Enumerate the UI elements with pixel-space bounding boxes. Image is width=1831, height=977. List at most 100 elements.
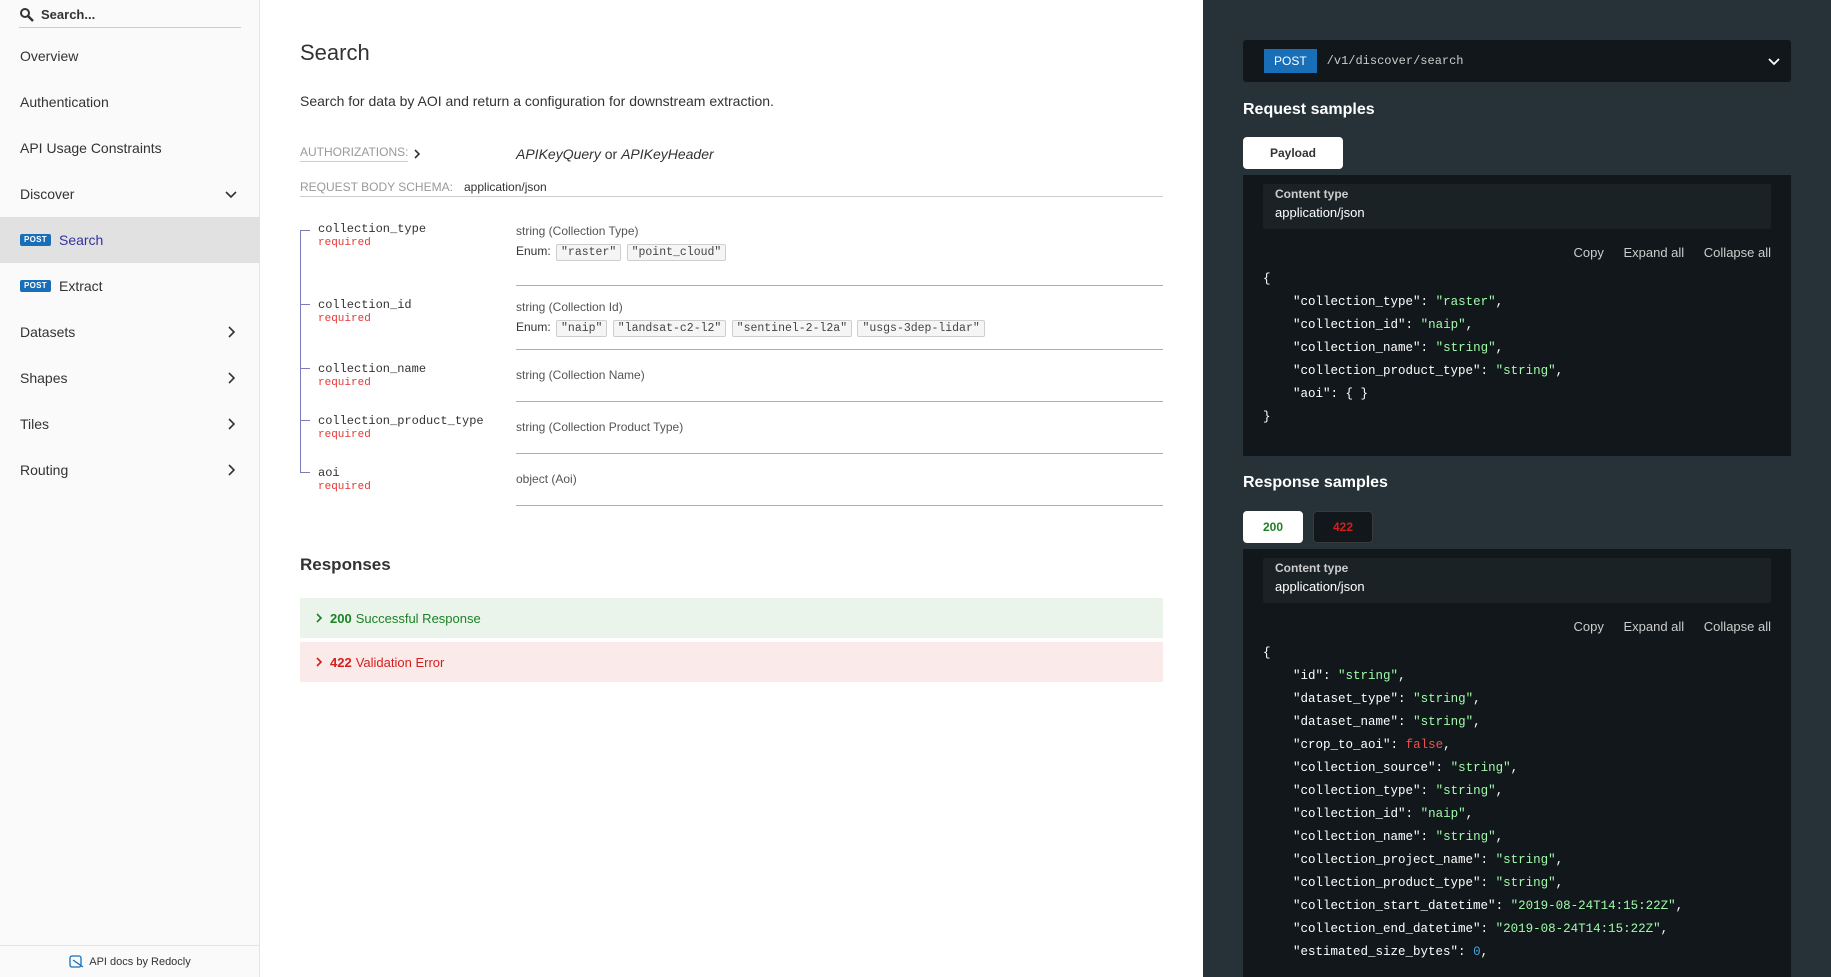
property-detail: object (Aoi) — [516, 454, 1163, 506]
enum-line: Enum: "naip" "landsat-c2-l2" "sentinel-2… — [516, 320, 1163, 337]
chevron-right-icon — [228, 464, 236, 476]
sidebar-item-label: Discover — [20, 186, 75, 202]
response-tab-422[interactable]: 422 — [1313, 511, 1373, 543]
sidebar-menu: Overview Authentication API Usage Constr… — [0, 33, 260, 493]
authorizations-value: APIKeyQuery or APIKeyHeader — [516, 146, 714, 162]
property-row: collection_product_type required string … — [300, 402, 1163, 454]
page-title: Search — [300, 40, 370, 65]
content-type-value: application/json — [1275, 205, 1365, 220]
property-name-cell: collection_product_type required — [300, 402, 516, 454]
auth-or: or — [600, 145, 622, 162]
sidebar-item-search[interactable]: POST Search — [0, 217, 260, 263]
sidebar-item-label: API Usage Constraints — [20, 140, 162, 156]
property-detail: string (Collection Product Type) — [516, 402, 1163, 454]
chevron-right-icon — [316, 657, 323, 667]
enum-line: Enum: "raster" "point_cloud" — [516, 244, 1163, 261]
chevron-right-icon — [228, 326, 236, 338]
sidebar-item-overview[interactable]: Overview — [0, 33, 260, 79]
response-422-toggle[interactable]: 422 Validation Error — [300, 642, 1163, 682]
enum-value: "usgs-3dep-lidar" — [857, 320, 985, 337]
schema-value: application/json — [464, 180, 547, 194]
post-badge: POST — [20, 280, 51, 292]
property-type: object (Aoi) — [516, 472, 577, 486]
sidebar-item-routing[interactable]: Routing — [0, 447, 260, 493]
sidebar-item-datasets[interactable]: Datasets — [0, 309, 260, 355]
copy-button[interactable]: Copy — [1573, 245, 1603, 260]
property-name: aoi — [318, 466, 340, 480]
content-type-label: Content type — [1275, 187, 1349, 201]
copy-button[interactable]: Copy — [1573, 619, 1603, 634]
sidebar-item-label: Authentication — [20, 94, 109, 110]
endpoint-dropdown[interactable]: POST /v1/discover/search — [1243, 40, 1791, 82]
content-type-label: Content type — [1275, 561, 1349, 575]
enum-value: "landsat-c2-l2" — [612, 320, 727, 337]
response-200-toggle[interactable]: 200 Successful Response — [300, 598, 1163, 638]
authorizations-label: AUTHORIZATIONS: — [300, 145, 409, 162]
property-row: collection_name required string (Collect… — [300, 350, 1163, 402]
operation-description: Search for data by AOI and return a conf… — [300, 93, 774, 109]
authorizations-toggle[interactable]: AUTHORIZATIONS: — [300, 145, 516, 162]
chevron-right-icon — [414, 148, 421, 159]
chevron-right-icon — [228, 372, 236, 384]
request-body-schema-row: REQUEST BODY SCHEMA: application/json — [300, 180, 1163, 197]
sidebar-item-label: Tiles — [20, 416, 50, 432]
sidebar-item-authentication[interactable]: Authentication — [0, 79, 260, 125]
content-type-box: Content type application/json — [1263, 558, 1771, 603]
property-detail: string (Collection Name) — [516, 350, 1163, 402]
expand-all-button[interactable]: Expand all — [1623, 619, 1684, 634]
property-name-cell: collection_id required — [300, 286, 516, 350]
property-type: string (Collection Product Type) — [516, 420, 684, 434]
sidebar-item-extract[interactable]: POST Extract — [0, 263, 260, 309]
enum-value: "raster" — [556, 244, 622, 261]
main-content: Search Search for data by AOI and return… — [260, 0, 1203, 977]
expand-all-button[interactable]: Expand all — [1623, 245, 1684, 260]
collapse-all-button[interactable]: Collapse all — [1704, 245, 1771, 260]
sidebar-item-label: Routing — [20, 462, 69, 478]
response-code-panel: Content type application/json Copy Expan… — [1243, 549, 1791, 977]
required-label: required — [318, 481, 371, 493]
enum-label: Enum: — [516, 320, 551, 334]
chevron-down-icon — [1768, 58, 1780, 66]
http-method-badge: POST — [1264, 49, 1317, 73]
collapse-all-button[interactable]: Collapse all — [1704, 619, 1771, 634]
sidebar-item-shapes[interactable]: Shapes — [0, 355, 260, 401]
property-row: aoi required object (Aoi) — [300, 454, 1163, 506]
request-code-sample: { "collection_type": "raster", "collecti… — [1263, 272, 1564, 424]
sidebar-item-label: Overview — [20, 48, 79, 64]
request-samples-title: Request samples — [1243, 101, 1375, 118]
enum-value: "sentinel-2-l2a" — [731, 320, 853, 337]
response-text: Validation Error — [355, 654, 445, 670]
response-text: Successful Response — [355, 610, 481, 626]
sidebar-item-tiles[interactable]: Tiles — [0, 401, 260, 447]
enum-value: "point_cloud" — [626, 244, 727, 261]
chevron-down-icon — [225, 191, 237, 199]
sidebar-item-api-usage-constraints[interactable]: API Usage Constraints — [0, 125, 260, 171]
search-input[interactable] — [41, 7, 231, 22]
property-row: collection_id required string (Collectio… — [300, 286, 1163, 350]
code-tools: Copy Expand all Collapse all — [1263, 619, 1771, 634]
property-name: collection_type — [318, 222, 427, 236]
schema-label: REQUEST BODY SCHEMA: — [300, 180, 453, 194]
enum-value: "naip" — [556, 320, 608, 337]
chevron-right-icon — [316, 613, 323, 623]
auth-scheme-a: APIKeyQuery — [516, 145, 601, 162]
enum-label: Enum: — [516, 244, 551, 258]
property-name: collection_name — [318, 362, 427, 376]
response-code-sample: { "id": "string", "dataset_type": "strin… — [1263, 646, 1684, 959]
response-code: 422 — [330, 654, 352, 670]
redocly-footer-link[interactable]: API docs by Redocly — [0, 945, 260, 977]
request-code-panel: Content type application/json Copy Expan… — [1243, 175, 1791, 456]
property-detail: string (Collection Id) Enum: "naip" "lan… — [516, 286, 1163, 350]
responses-title: Responses — [300, 555, 391, 574]
property-name: collection_product_type — [318, 414, 484, 428]
response-tab-200[interactable]: 200 — [1243, 511, 1303, 543]
sidebar: Overview Authentication API Usage Constr… — [0, 0, 260, 977]
payload-tab[interactable]: Payload — [1243, 137, 1343, 169]
sidebar-item-discover[interactable]: Discover — [0, 171, 260, 217]
required-label: required — [318, 313, 371, 325]
authorizations-row: AUTHORIZATIONS: APIKeyQuery or APIKeyHea… — [300, 145, 1163, 162]
sidebar-item-label: Search — [58, 232, 104, 248]
search-icon — [20, 7, 34, 22]
sidebar-item-label: Shapes — [20, 370, 68, 386]
property-name-cell: aoi required — [300, 454, 516, 506]
